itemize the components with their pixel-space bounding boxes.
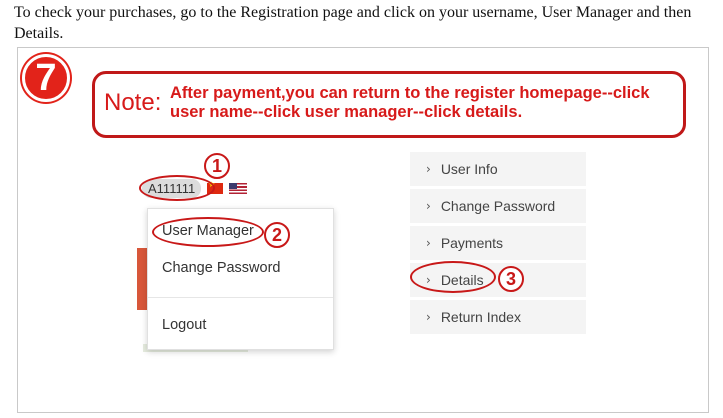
highlight-details	[410, 261, 496, 293]
chevron-right-icon: ›	[426, 310, 431, 324]
note-text: After payment,you can return to the regi…	[170, 84, 650, 121]
menu-item-return-index[interactable]: › Return Index	[410, 300, 586, 334]
menu-item-label: Return Index	[440, 309, 521, 325]
marker-number-3: 3	[498, 266, 524, 292]
account-side-menu: › User Info › Change Password › Payments › D…	[410, 152, 586, 337]
background-banner	[137, 248, 147, 310]
note-label: Note:	[104, 89, 162, 116]
chevron-right-icon: ›	[426, 162, 431, 176]
marker-number-2: 2	[264, 222, 290, 248]
highlight-user-manager	[152, 217, 264, 247]
us-flag-icon[interactable]	[229, 182, 248, 194]
chevron-right-icon: ›	[426, 199, 431, 213]
dropdown-item-logout[interactable]: Logout	[162, 317, 206, 333]
menu-item-payments[interactable]: › Payments	[410, 226, 586, 260]
menu-item-label: Change Password	[440, 198, 556, 214]
step-number-badge: 7	[22, 54, 70, 102]
highlight-username	[139, 175, 215, 201]
instruction-text: To check your purchases, go to the Regis…	[14, 4, 692, 42]
menu-item-label: Payments	[440, 235, 504, 251]
dropdown-divider	[148, 297, 333, 298]
menu-item-user-info[interactable]: › User Info	[410, 152, 586, 186]
dropdown-item-change-password[interactable]: Change Password	[162, 260, 281, 276]
menu-item-change-password[interactable]: › Change Password	[410, 189, 586, 223]
marker-number-1: 1	[204, 153, 230, 179]
chevron-right-icon: ›	[426, 236, 431, 250]
menu-item-label: User Info	[440, 161, 498, 177]
